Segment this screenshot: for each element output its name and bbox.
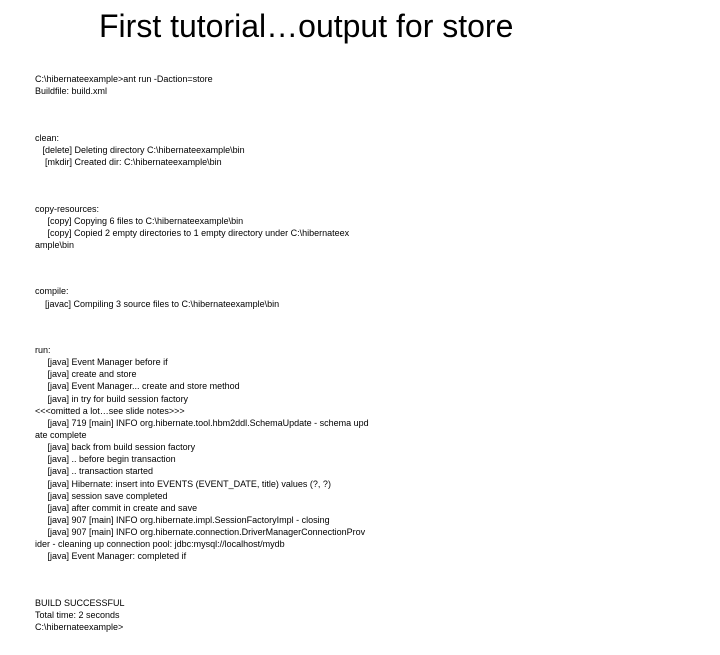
output-block-compile: compile: [javac] Compiling 3 source file… (35, 285, 685, 309)
output-block-clean: clean: [delete] Deleting directory C:\hi… (35, 132, 685, 168)
terminal-output: C:\hibernateexample>ant run -Daction=sto… (35, 49, 685, 655)
output-block-cmd: C:\hibernateexample>ant run -Daction=sto… (35, 73, 685, 97)
slide-title: First tutorial…output for store (99, 8, 685, 45)
output-block-run: run: [java] Event Manager before if [jav… (35, 344, 685, 563)
output-block-success: BUILD SUCCESSFUL Total time: 2 seconds C… (35, 597, 685, 633)
output-block-copy: copy-resources: [copy] Copying 6 files t… (35, 203, 685, 252)
